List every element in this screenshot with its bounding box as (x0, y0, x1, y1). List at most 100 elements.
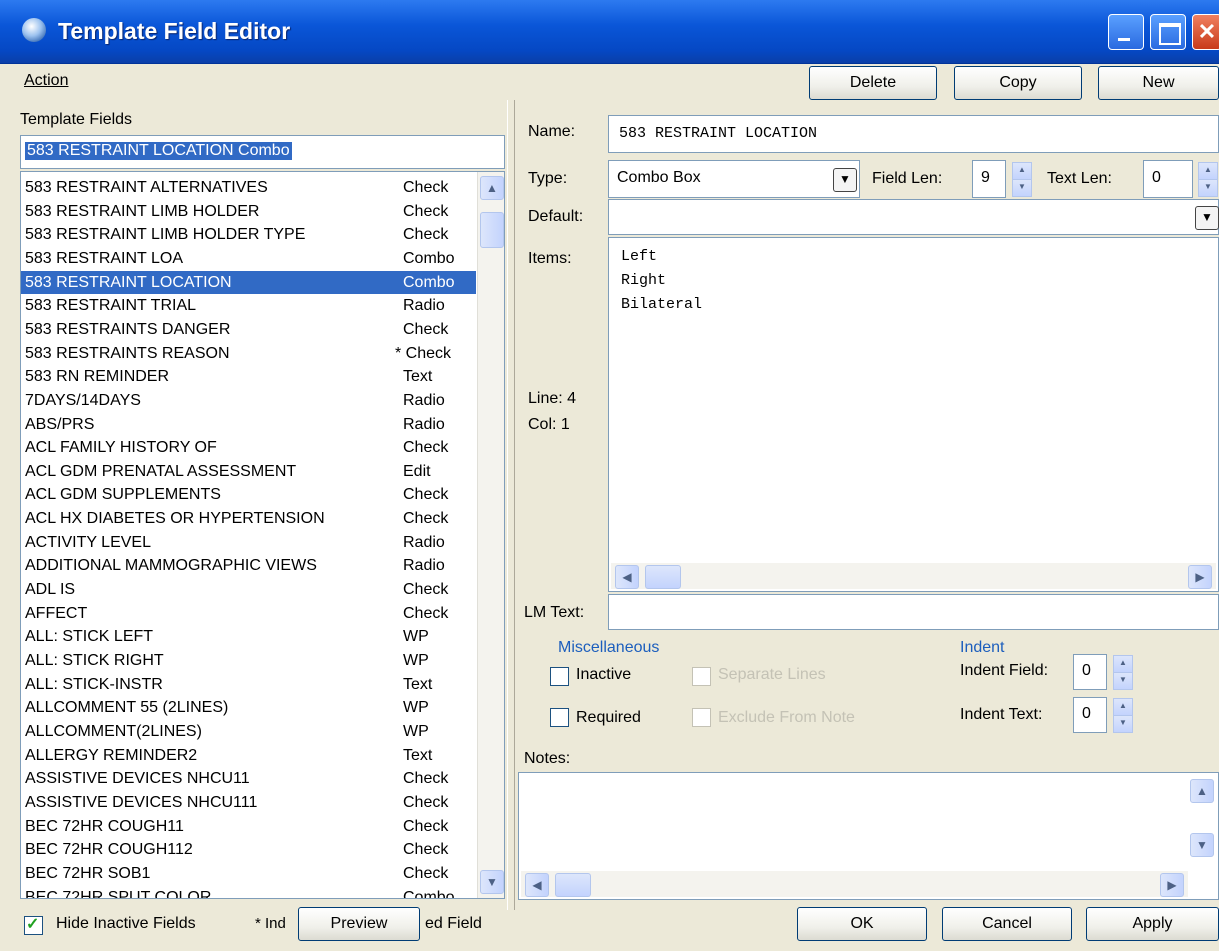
list-vertical-scrollbar[interactable]: ▲ ▼ (477, 172, 504, 898)
indent-field-spinner[interactable]: ▲ ▼ (1113, 655, 1133, 690)
chevron-down-icon[interactable]: ▼ (833, 168, 857, 192)
chevron-down-icon[interactable]: ▼ (1195, 206, 1219, 230)
scroll-down-icon[interactable]: ▼ (1190, 833, 1214, 857)
field-len-spinner[interactable]: ▲ ▼ (1012, 162, 1032, 197)
scroll-thumb[interactable] (555, 873, 591, 897)
template-field-row[interactable]: 583 RESTRAINTS DANGER Check (21, 318, 476, 341)
close-icon: ✕ (1197, 19, 1217, 44)
scroll-thumb[interactable] (645, 565, 681, 589)
type-label: Type: (528, 170, 568, 187)
required-checkbox[interactable]: Required (550, 705, 670, 729)
template-field-row[interactable]: BEC 72HR SPUT COLOR Combo (21, 886, 476, 899)
preview-button[interactable]: Preview (298, 907, 420, 941)
scroll-left-icon[interactable]: ◀ (615, 565, 639, 589)
hide-inactive-checkbox[interactable]: ✓ Hide Inactive Fields (24, 914, 224, 938)
template-field-row[interactable]: ABS/PRS Radio (21, 413, 476, 436)
template-field-row[interactable]: ACL GDM SUPPLEMENTS Check (21, 483, 476, 506)
close-button[interactable]: ✕ (1192, 14, 1219, 50)
template-fields-list[interactable]: 583 RESTRAINT ALTERNATIVES Check 583 RESTR… (20, 171, 505, 899)
delete-button[interactable]: Delete (809, 66, 937, 100)
spin-up-icon[interactable]: ▲ (1012, 162, 1032, 180)
indent-text-input[interactable]: 0 (1073, 697, 1107, 733)
items-textarea[interactable]: Left Right Bilateral ◀ ▶ (608, 237, 1219, 592)
type-select[interactable]: Combo Box ▼ (608, 160, 860, 198)
template-field-row[interactable]: ALLCOMMENT(2LINES) WP (21, 720, 476, 743)
template-field-row[interactable]: ACTIVITY LEVEL Radio (21, 531, 476, 554)
items-horizontal-scrollbar[interactable]: ◀ ▶ (611, 563, 1216, 589)
menu-action[interactable]: Action (24, 72, 68, 90)
maximize-icon (1159, 23, 1181, 45)
name-input[interactable]: 583 RESTRAINT LOCATION (608, 115, 1219, 153)
template-field-row[interactable]: ALLCOMMENT 55 (2LINES) WP (21, 696, 476, 719)
text-len-input[interactable]: 0 (1143, 160, 1193, 198)
field-name: ALLERGY REMINDER2 (25, 746, 198, 764)
scroll-thumb[interactable] (480, 212, 504, 248)
field-name: ACTIVITY LEVEL (25, 533, 151, 551)
cancel-button[interactable]: Cancel (942, 907, 1072, 941)
template-field-row[interactable]: ASSISTIVE DEVICES NHCU11 Check (21, 767, 476, 790)
scroll-down-icon[interactable]: ▼ (480, 870, 504, 894)
template-field-row[interactable]: ALLERGY REMINDER2 Text (21, 744, 476, 767)
field-name: ALLCOMMENT(2LINES) (25, 722, 202, 740)
template-field-row[interactable]: ADDITIONAL MAMMOGRAPHIC VIEWS Radio (21, 554, 476, 577)
template-field-row[interactable]: 583 RN REMINDER Text (21, 365, 476, 388)
template-field-row[interactable]: 7DAYS/14DAYS Radio (21, 389, 476, 412)
indent-field-label: Indent Field: (960, 662, 1049, 679)
title-bar[interactable]: Template Field Editor ✕ (0, 0, 1219, 64)
template-field-row[interactable]: AFFECT Check (21, 602, 476, 625)
required-label: Required (576, 709, 641, 726)
indent-text-spinner[interactable]: ▲ ▼ (1113, 698, 1133, 733)
template-field-search-input[interactable]: 583 RESTRAINT LOCATION Combo (20, 135, 505, 169)
spin-up-icon[interactable]: ▲ (1113, 655, 1133, 673)
panel-splitter[interactable] (507, 100, 515, 910)
spin-down-icon[interactable]: ▼ (1113, 672, 1133, 690)
template-field-row[interactable]: 583 RESTRAINT LIMB HOLDER TYPE Check (21, 223, 476, 246)
template-field-row[interactable]: ASSISTIVE DEVICES NHCU111 Check (21, 791, 476, 814)
template-field-row[interactable]: BEC 72HR SOB1 Check (21, 862, 476, 885)
spin-up-icon[interactable]: ▲ (1113, 698, 1133, 716)
default-select[interactable]: ▼ (608, 199, 1219, 235)
field-name: 583 RESTRAINT TRIAL (25, 297, 197, 315)
copy-button[interactable]: Copy (954, 66, 1082, 100)
template-field-row[interactable]: ADL IS Check (21, 578, 476, 601)
apply-button[interactable]: Apply (1086, 907, 1219, 941)
template-field-row[interactable]: ALL: STICK RIGHT WP (21, 649, 476, 672)
new-button[interactable]: New (1098, 66, 1219, 100)
spin-down-icon[interactable]: ▼ (1113, 715, 1133, 733)
template-field-row[interactable]: 583 RESTRAINT LIMB HOLDER Check (21, 200, 476, 223)
field-type: Combo (403, 249, 455, 267)
scroll-up-icon[interactable]: ▲ (480, 176, 504, 200)
scroll-up-icon[interactable]: ▲ (1190, 779, 1214, 803)
text-len-spinner[interactable]: ▲ ▼ (1198, 162, 1218, 197)
separate-lines-checkbox[interactable]: Separate Lines (692, 664, 862, 688)
template-field-row[interactable]: BEC 72HR COUGH112 Check (21, 838, 476, 861)
inactive-checkbox[interactable]: Inactive (550, 664, 660, 688)
ok-button[interactable]: OK (797, 907, 927, 941)
template-field-row[interactable]: ACL GDM PRENATAL ASSESSMENT Edit (21, 460, 476, 483)
minimize-button[interactable] (1108, 14, 1144, 50)
template-field-row[interactable]: 583 RESTRAINT LOA Combo (21, 247, 476, 270)
lm-text-input[interactable] (608, 594, 1219, 630)
exclude-from-note-checkbox[interactable]: Exclude From Note (692, 705, 892, 729)
spin-up-icon[interactable]: ▲ (1198, 162, 1218, 180)
maximize-button[interactable] (1150, 14, 1186, 50)
scroll-right-icon[interactable]: ▶ (1188, 565, 1212, 589)
template-field-row[interactable]: 583 RESTRAINT TRIAL Radio (21, 294, 476, 317)
notes-textarea[interactable]: ▲ ▼ ◀ ▶ (518, 772, 1219, 900)
field-len-input[interactable]: 9 (972, 160, 1006, 198)
indent-field-input[interactable]: 0 (1073, 654, 1107, 690)
template-field-row[interactable]: 583 RESTRAINT ALTERNATIVES Check (21, 176, 476, 199)
spin-down-icon[interactable]: ▼ (1012, 179, 1032, 197)
template-field-row[interactable]: ALL: STICK LEFT WP (21, 625, 476, 648)
spin-down-icon[interactable]: ▼ (1198, 179, 1218, 197)
template-field-row[interactable]: 583 RESTRAINTS REASON * Check (21, 342, 476, 365)
scroll-right-icon[interactable]: ▶ (1160, 873, 1184, 897)
template-field-row[interactable]: BEC 72HR COUGH11 Check (21, 815, 476, 838)
notes-horizontal-scrollbar[interactable]: ◀ ▶ (521, 871, 1188, 897)
field-type: Check (403, 581, 449, 599)
template-field-row[interactable]: ALL: STICK-INSTR Text (21, 673, 476, 696)
template-field-row[interactable]: 583 RESTRAINT LOCATION Combo (21, 270, 476, 294)
template-field-row[interactable]: ACL HX DIABETES OR HYPERTENSION Check (21, 507, 476, 530)
scroll-left-icon[interactable]: ◀ (525, 873, 549, 897)
template-field-row[interactable]: ACL FAMILY HISTORY OF Check (21, 436, 476, 459)
